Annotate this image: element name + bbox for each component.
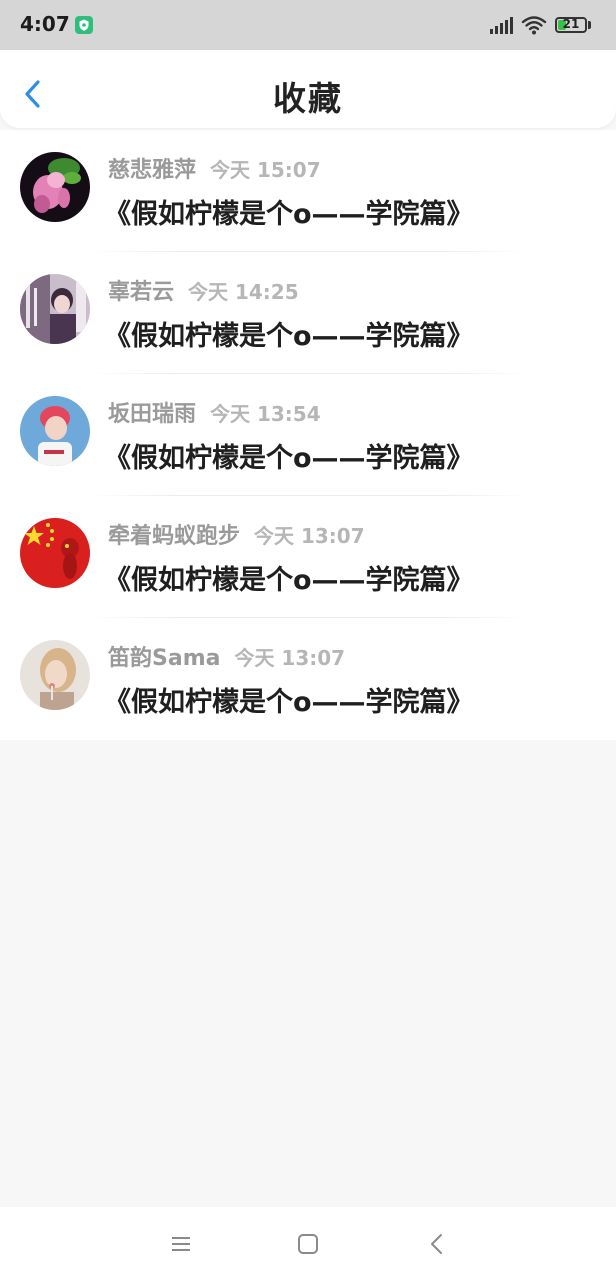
status-bar: 4:07 21 [0,0,616,50]
status-time: 4:07 [20,12,70,36]
battery-icon: 21 [555,17,587,33]
home-icon[interactable] [295,1231,321,1257]
avatar[interactable] [20,152,90,222]
list-item[interactable]: 慈悲雅萍 今天 15:07 《假如柠檬是个o——学院篇》 [0,130,616,252]
user-line: 坂田瑞雨 今天 13:54 [108,396,321,428]
header-bar: 收藏 [0,50,616,128]
username[interactable]: 牵着蚂蚁跑步 [108,524,240,549]
list-item[interactable]: 笛韵Sama 今天 13:07 《假如柠檬是个o——学院篇》 [0,618,616,740]
user-line: 牵着蚂蚁跑步 今天 13:07 [108,518,365,550]
work-title[interactable]: 《假如柠檬是个o——学院篇》 [104,192,474,231]
username[interactable]: 辜若云 [108,280,174,305]
work-title[interactable]: 《假如柠檬是个o——学院篇》 [104,558,474,597]
list-item[interactable]: 辜若云 今天 14:25 《假如柠檬是个o——学院篇》 [0,252,616,374]
work-title[interactable]: 《假如柠檬是个o——学院篇》 [104,436,474,475]
timestamp: 今天 13:54 [210,402,321,426]
battery-level: 21 [562,17,580,31]
user-line: 辜若云 今天 14:25 [108,274,299,306]
list-item[interactable]: 牵着蚂蚁跑步 今天 13:07 《假如柠檬是个o——学院篇》 [0,496,616,618]
username[interactable]: 慈悲雅萍 [108,158,196,183]
timestamp: 今天 14:25 [188,280,299,304]
work-title[interactable]: 《假如柠檬是个o——学院篇》 [104,314,474,353]
user-line: 笛韵Sama 今天 13:07 [108,640,345,672]
avatar[interactable] [20,396,90,466]
page-title: 收藏 [273,79,343,118]
username[interactable]: 坂田瑞雨 [108,402,196,427]
avatar[interactable] [20,274,90,344]
user-line: 慈悲雅萍 今天 15:07 [108,152,321,184]
avatar[interactable] [20,518,90,588]
wifi-icon [521,16,547,35]
favorites-list: 慈悲雅萍 今天 15:07 《假如柠檬是个o——学院篇》 辜若云 今天 14:25 … [0,130,616,740]
list-item[interactable]: 坂田瑞雨 今天 13:54 《假如柠檬是个o——学院篇》 [0,374,616,496]
menu-icon[interactable] [168,1231,194,1257]
timestamp: 今天 13:07 [234,646,346,670]
battery-cap [588,21,591,29]
timestamp: 今天 13:07 [254,524,365,548]
system-back-icon[interactable] [424,1231,450,1257]
work-title[interactable]: 《假如柠檬是个o——学院篇》 [104,680,474,719]
avatar[interactable] [20,640,90,710]
timestamp: 今天 15:07 [210,158,321,182]
shield-icon [75,16,93,34]
system-nav-bar [0,1207,616,1280]
signal-icon [490,17,513,34]
username[interactable]: 笛韵Sama [108,646,220,671]
